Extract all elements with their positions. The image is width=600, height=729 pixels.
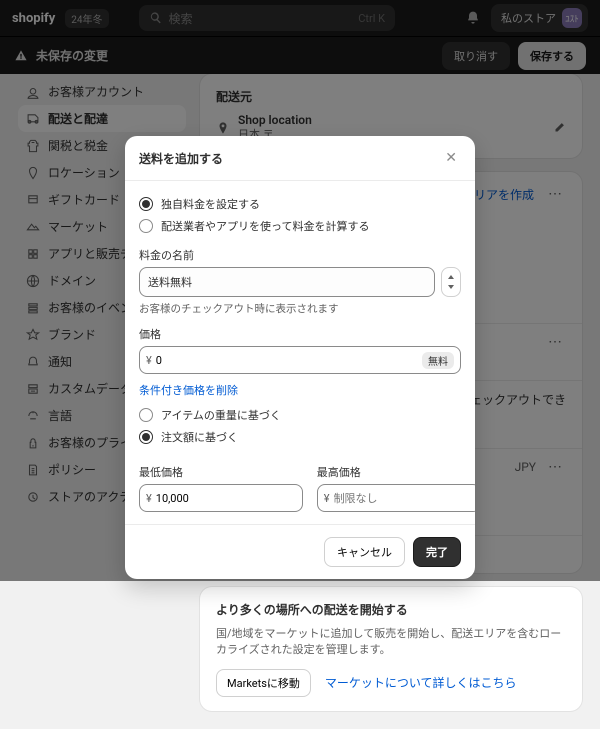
radio-carrier-rate[interactable]: 配送業者やアプリを使って料金を計算する: [139, 215, 461, 237]
remove-condition-link[interactable]: 条件付き価格を削除: [139, 382, 238, 398]
radio-custom-rate[interactable]: 独自料金を設定する: [139, 193, 461, 215]
radio-weight[interactable]: アイテムの重量に基づく: [139, 404, 461, 426]
cancel-button[interactable]: キャンセル: [324, 537, 405, 567]
radio-icon: [139, 219, 153, 233]
max-label: 最高価格: [317, 464, 475, 480]
markets-button[interactable]: Marketsに移動: [216, 669, 311, 697]
modal-title: 送料を追加する: [139, 150, 223, 167]
radio-icon: [139, 430, 153, 444]
radio-label: 配送業者やアプリを使って料金を計算する: [161, 218, 369, 234]
radio-icon: [139, 197, 153, 211]
price-value[interactable]: [156, 354, 422, 367]
rate-name-label: 料金の名前: [139, 247, 461, 263]
close-icon[interactable]: ✕: [441, 148, 461, 168]
radio-label: 独自料金を設定する: [161, 196, 260, 212]
price-input[interactable]: ¥ 無料: [139, 346, 461, 374]
rate-name-input[interactable]: 送料無料: [139, 267, 435, 297]
max-price-input[interactable]: ¥: [317, 484, 475, 512]
markets-learn-link[interactable]: マーケットについて詳しくはこちら: [325, 674, 517, 691]
price-label: 価格: [139, 326, 461, 342]
currency-symbol: ¥: [146, 354, 156, 367]
radio-label: アイテムの重量に基づく: [161, 407, 281, 423]
min-price-input[interactable]: ¥: [139, 484, 303, 512]
more-shipping-desc: 国/地域をマーケットに追加して販売を開始し、配送エリアを含むローカライズされた設…: [216, 626, 566, 659]
more-shipping-title: より多くの場所への配送を開始する: [216, 601, 566, 618]
done-button[interactable]: 完了: [413, 537, 461, 567]
sort-icon[interactable]: [441, 267, 461, 297]
radio-icon: [139, 408, 153, 422]
rate-name-help: お客様のチェックアウト時に表示されます: [139, 301, 461, 316]
min-label: 最低価格: [139, 464, 303, 480]
add-rate-modal: 送料を追加する ✕ 独自料金を設定する 配送業者やアプリを使って料金を計算する …: [125, 136, 475, 579]
free-tag: 無料: [422, 352, 454, 369]
radio-label: 注文額に基づく: [161, 429, 238, 445]
radio-order-total[interactable]: 注文額に基づく: [139, 426, 461, 448]
